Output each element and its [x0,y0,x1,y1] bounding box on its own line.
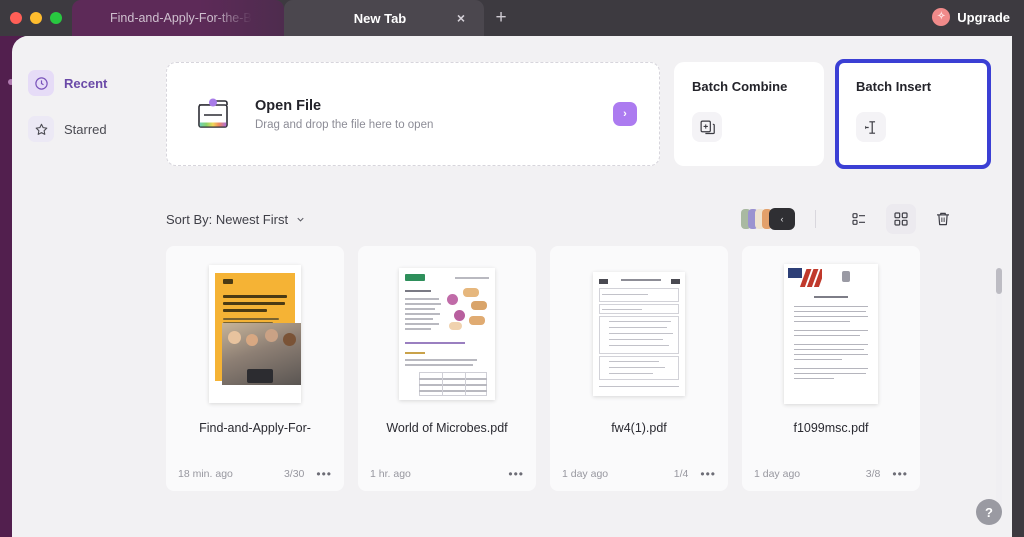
batch-insert-card[interactable]: Batch Insert [835,59,991,169]
chevron-right-icon[interactable]: › [613,102,637,126]
tab-find-and-apply[interactable]: Find-and-Apply-For-the-B [72,0,284,36]
tab-new-tab[interactable]: New Tab × [284,0,484,36]
sidebar-item-starred[interactable]: Starred [28,112,128,146]
star-icon [28,116,54,142]
tab-label: New Tab [353,10,407,26]
sort-by-label: Sort By: Newest First [166,211,289,227]
trash-icon [937,212,949,226]
file-name: Find-and-Apply-For- [199,421,311,435]
sort-by-dropdown[interactable]: Sort By: Newest First [166,212,306,227]
file-time: 18 min. ago [178,468,233,480]
main-content: Open File Drag and drop the file here to… [140,36,1012,537]
delete-button[interactable] [928,204,958,234]
open-file-subtitle: Drag and drop the file here to open [255,118,434,131]
scrollbar-thumb[interactable] [996,268,1002,294]
batch-combine-title: Batch Combine [692,79,788,94]
file-name: f1099msc.pdf [793,421,869,435]
file-pages: 1/4 [673,468,689,480]
file-thumbnail [166,254,344,414]
file-meta: 1 hr. ago ••• [358,467,536,481]
view-tools: ‹ [741,204,988,234]
file-pages: 3/8 [865,468,881,480]
sidebar-item-recent[interactable]: Recent [28,66,128,100]
list-view-icon [852,213,865,225]
app-window: Find-and-Apply-For-the-B New Tab × + ✧ U… [0,0,1024,537]
grid-view-button[interactable] [886,204,916,234]
chevron-down-icon [297,217,304,222]
sort-toolbar: Sort By: Newest First ‹ [166,204,988,234]
help-button[interactable]: ? [976,499,1002,525]
folder-icon [195,94,239,134]
sidebar-item-label: Recent [64,75,108,91]
thumbnail-worksheet-diagram [399,268,495,400]
batch-insert-title: Batch Insert [856,79,932,94]
quick-actions-row: Open File Drag and drop the file here to… [166,59,991,169]
maximize-window-button[interactable] [50,12,62,24]
crown-icon: ✧ [932,8,951,26]
file-menu-icon[interactable]: ••• [892,467,908,481]
grid-view-icon [894,212,908,226]
chevron-left-icon[interactable]: ‹ [769,208,795,230]
combine-documents-icon [692,112,722,142]
color-labels-toggle[interactable]: ‹ [741,208,795,230]
file-name: fw4(1).pdf [611,421,667,435]
file-card[interactable]: World of Microbes.pdf 1 hr. ago ••• [358,246,536,491]
file-meta: 1 day ago 1/4 ••• [550,467,728,481]
batch-combine-card[interactable]: Batch Combine [674,62,824,166]
open-file-title: Open File [255,97,322,114]
close-icon[interactable]: × [452,9,470,27]
open-file-text: Open File Drag and drop the file here to… [255,98,613,131]
file-card[interactable]: f1099msc.pdf 1 day ago 3/8 ••• [742,246,920,491]
file-thumbnail [358,254,536,414]
tab-label: Find-and-Apply-For-the-B [110,11,252,25]
thumbnail-tax-form [593,272,685,396]
title-bar: Find-and-Apply-For-the-B New Tab × + ✧ U… [0,0,1024,36]
file-card[interactable]: fw4(1).pdf 1 day ago 1/4 ••• [550,246,728,491]
file-name: World of Microbes.pdf [386,421,508,435]
sidebar-item-label: Starred [64,121,107,137]
recent-files-grid: Find-and-Apply-For- 18 min. ago 3/30 ••• [166,246,988,491]
toolbar-divider [815,210,816,228]
file-time: 1 day ago [754,468,801,480]
insert-pages-icon [856,112,886,142]
thumbnail-gov-letter [784,264,878,404]
window-traffic-lights [0,0,72,36]
tab-strip: Find-and-Apply-For-the-B New Tab × + [72,0,518,36]
file-menu-icon[interactable]: ••• [316,467,332,481]
file-meta: 18 min. ago 3/30 ••• [166,467,344,481]
us-flag-icon [788,268,822,287]
upgrade-label: Upgrade [957,9,1010,25]
minimize-window-button[interactable] [30,12,42,24]
window-body: Recent Starred Open File Drag and drop t… [12,36,1012,537]
vertical-scrollbar[interactable] [996,268,1002,508]
file-thumbnail [550,254,728,414]
file-menu-icon[interactable]: ••• [700,467,716,481]
sidebar: Recent Starred [12,36,140,537]
upgrade-button[interactable]: ✧ Upgrade [932,8,1010,26]
file-meta: 1 day ago 3/8 ••• [742,467,920,481]
file-time: 1 day ago [562,468,609,480]
file-pages: 3/30 [283,468,305,480]
file-thumbnail [742,254,920,414]
file-card[interactable]: Find-and-Apply-For- 18 min. ago 3/30 ••• [166,246,344,491]
clock-icon [28,70,54,96]
thumbnail-brochure-orange [209,265,301,403]
file-time: 1 hr. ago [370,468,411,480]
list-view-button[interactable] [844,204,874,234]
file-menu-icon[interactable]: ••• [508,467,524,481]
close-window-button[interactable] [10,12,22,24]
open-file-card[interactable]: Open File Drag and drop the file here to… [166,62,660,166]
plus-icon[interactable]: + [484,0,518,36]
